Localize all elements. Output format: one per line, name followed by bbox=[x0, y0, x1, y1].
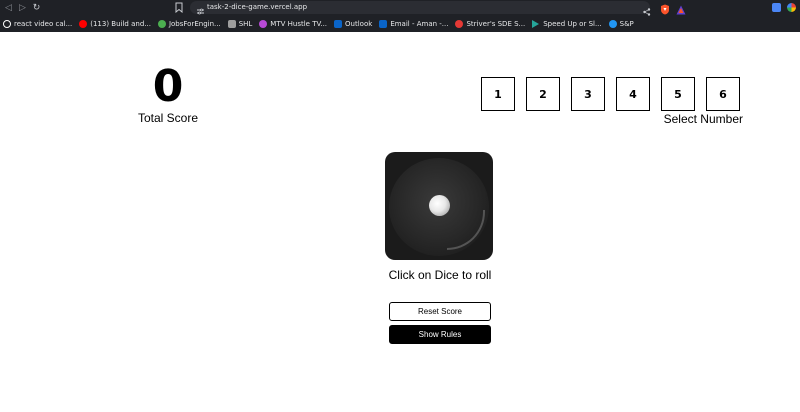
brave-shield-icon[interactable] bbox=[660, 2, 670, 15]
bookmark-item[interactable]: MTV Hustle TV... bbox=[259, 15, 327, 32]
bookmark-label: react video cal... bbox=[14, 19, 73, 28]
total-score-value: 0 bbox=[152, 61, 184, 112]
bookmark-label: Striver's SDE S... bbox=[466, 19, 526, 28]
browser-chrome: ◁ ▷ ↻ task-2-dice-game.vercel.app react … bbox=[0, 0, 800, 32]
dice-hint-text: Click on Dice to roll bbox=[388, 268, 492, 282]
dice[interactable] bbox=[385, 152, 493, 260]
shl-icon bbox=[227, 19, 236, 28]
reload-icon[interactable]: ↻ bbox=[31, 2, 42, 13]
bookmark-label: SHL bbox=[238, 19, 253, 28]
bookmark-item[interactable]: Striver's SDE S... bbox=[455, 15, 525, 32]
bookmark-item[interactable]: Speed Up or Sl... bbox=[532, 15, 602, 32]
sp-icon bbox=[608, 19, 617, 28]
bookmark-label: S&P bbox=[619, 19, 634, 28]
youtube-icon bbox=[79, 19, 88, 28]
github-icon bbox=[3, 19, 11, 28]
bookmark-label: Email - Aman -... bbox=[390, 19, 449, 28]
select-number-label: Select Number bbox=[663, 112, 743, 126]
bookmark-item[interactable]: (113) Build and... bbox=[79, 15, 151, 32]
total-score-panel: 0 Total Score bbox=[130, 61, 206, 126]
site-info-icon[interactable] bbox=[196, 3, 205, 15]
bookmark-item[interactable]: Outlook bbox=[334, 15, 372, 32]
bookmark-icon[interactable] bbox=[174, 2, 184, 13]
bookmark-label: Speed Up or Sl... bbox=[543, 19, 602, 28]
brave-rewards-icon[interactable] bbox=[676, 2, 686, 15]
profile-icon[interactable] bbox=[787, 3, 796, 12]
dice-pip bbox=[429, 195, 450, 216]
browser-toolbar: ◁ ▷ ↻ task-2-dice-game.vercel.app bbox=[0, 0, 800, 16]
number-option-6[interactable]: 6 bbox=[706, 77, 740, 111]
url-text: task-2-dice-game.vercel.app bbox=[207, 3, 308, 11]
reset-score-button[interactable]: Reset Score bbox=[389, 302, 491, 321]
bookmark-item[interactable]: S&P bbox=[608, 15, 634, 32]
bookmark-label: MTV Hustle TV... bbox=[270, 19, 328, 28]
bookmarks-bar: react video cal... (113) Build and... Jo… bbox=[0, 15, 800, 32]
number-option-3[interactable]: 3 bbox=[571, 77, 605, 111]
bookmark-item[interactable]: Email - Aman -... bbox=[379, 15, 448, 32]
bookmark-label: JobsForEngin... bbox=[168, 19, 221, 28]
share-icon[interactable] bbox=[643, 3, 651, 16]
bookmark-item[interactable]: SHL bbox=[227, 15, 253, 32]
bookmark-label: (113) Build and... bbox=[90, 19, 151, 28]
bookmark-item[interactable]: JobsForEngin... bbox=[157, 15, 221, 32]
dice-sheen bbox=[447, 210, 485, 250]
show-rules-button[interactable]: Show Rules bbox=[389, 325, 491, 344]
number-option-1[interactable]: 1 bbox=[481, 77, 515, 111]
number-option-5[interactable]: 5 bbox=[661, 77, 695, 111]
bookmark-item[interactable]: react video cal... bbox=[3, 15, 72, 32]
bookmark-label: Outlook bbox=[345, 19, 373, 28]
striver-icon bbox=[455, 19, 464, 28]
play-icon bbox=[532, 19, 540, 28]
outlook-icon bbox=[334, 19, 343, 28]
forward-icon[interactable]: ▷ bbox=[17, 2, 28, 13]
total-score-label: Total Score bbox=[137, 111, 199, 125]
jobs-icon bbox=[157, 19, 166, 28]
number-selector: 1 2 3 4 5 6 bbox=[481, 77, 740, 111]
mtv-icon bbox=[259, 19, 268, 28]
number-option-2[interactable]: 2 bbox=[526, 77, 560, 111]
number-option-4[interactable]: 4 bbox=[616, 77, 650, 111]
extension-icon[interactable] bbox=[772, 3, 781, 12]
dice-game-page: 0 Total Score 1 2 3 4 5 6 Select Number … bbox=[0, 32, 800, 412]
address-bar[interactable]: task-2-dice-game.vercel.app bbox=[190, 1, 650, 15]
dice-face[interactable] bbox=[385, 152, 493, 260]
back-icon[interactable]: ◁ bbox=[3, 2, 14, 13]
email-icon bbox=[379, 19, 388, 28]
